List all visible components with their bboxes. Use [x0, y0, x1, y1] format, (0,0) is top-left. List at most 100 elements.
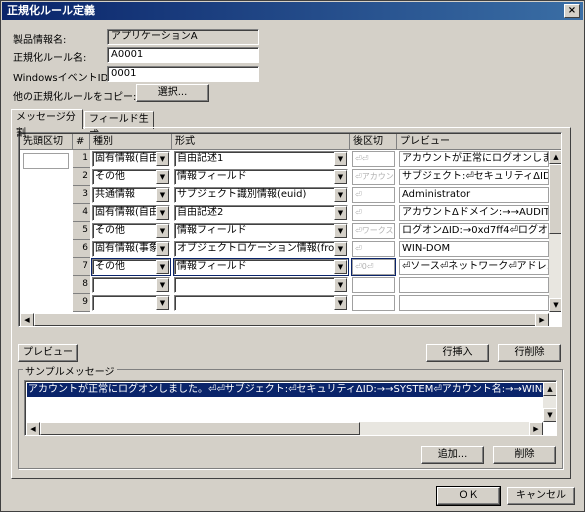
kind-select[interactable]: その他 ▼ [91, 258, 171, 276]
dropdown-arrow-icon[interactable]: ▼ [156, 260, 169, 274]
format-select[interactable]: 情報フィールド ▼ [173, 258, 349, 276]
scroll-down-icon[interactable]: ▼ [549, 298, 561, 312]
dropdown-arrow-icon[interactable]: ▼ [334, 224, 347, 238]
add-button[interactable]: 追加... [421, 446, 484, 464]
row-number: 5 [73, 222, 90, 240]
kind-value: 固有情報(事象) [95, 243, 163, 254]
dropdown-arrow-icon[interactable]: ▼ [156, 242, 169, 256]
eventid-input[interactable]: 0001 [107, 66, 259, 82]
dropdown-arrow-icon[interactable]: ▼ [334, 206, 347, 220]
header-format: 形式 [172, 134, 350, 150]
dropdown-arrow-icon[interactable]: ▼ [334, 296, 347, 310]
grid-hscroll-thumb[interactable] [34, 313, 539, 326]
sample-scroll-up-icon[interactable]: ▲ [543, 382, 556, 396]
dropdown-arrow-icon[interactable]: ▼ [156, 278, 169, 292]
close-button[interactable]: × [564, 4, 580, 18]
dropdown-arrow-icon[interactable]: ▼ [334, 278, 347, 292]
row-number: 2 [73, 168, 90, 186]
dropdown-arrow-icon[interactable]: ▼ [156, 206, 169, 220]
preview-cell: Administrator [399, 187, 549, 203]
kind-value: その他 [95, 261, 125, 272]
format-value: 自由記述2 [177, 207, 224, 218]
kind-select[interactable]: その他 ▼ [92, 223, 170, 239]
format-value: オブジェクトロケーション情報(from) [177, 243, 348, 254]
dropdown-arrow-icon[interactable]: ▼ [334, 188, 347, 202]
kind-select[interactable]: 共通情報 ▼ [92, 187, 170, 203]
scroll-up-icon[interactable]: ▲ [549, 150, 561, 164]
delete-button[interactable]: 削除 [493, 446, 556, 464]
format-select[interactable]: サブジェクト識別情報(euid) ▼ [174, 187, 348, 203]
row-number: 4 [73, 204, 90, 222]
kind-select[interactable]: 固有情報(事象) ▼ [92, 241, 170, 257]
window-title: 正規化ルール定義 [7, 4, 95, 17]
format-select[interactable]: ▼ [174, 277, 348, 293]
format-value: 情報フィールド [177, 171, 247, 182]
suffix-input[interactable]: ⏎ワークス [352, 223, 395, 239]
dropdown-arrow-icon[interactable]: ▼ [156, 152, 169, 166]
suffix-input[interactable]: ⏎ [352, 241, 395, 257]
select-button[interactable]: 選択... [136, 84, 209, 102]
scroll-left-icon[interactable]: ◀ [20, 313, 34, 326]
kind-select[interactable]: 固有情報(自由) ▼ [92, 205, 170, 221]
sample-scroll-right-icon[interactable]: ▶ [529, 422, 543, 435]
suffix-input[interactable]: ⏎0⏎ [351, 258, 396, 276]
delete-row-button[interactable]: 行削除 [498, 344, 561, 362]
row-number: 8 [73, 276, 90, 294]
dropdown-arrow-icon[interactable]: ▼ [334, 260, 347, 274]
format-select[interactable]: 情報フィールド ▼ [174, 223, 348, 239]
tab-message-split[interactable]: メッセージ分割 [11, 109, 83, 139]
rule-definition-dialog: 正規化ルール定義 × 製品情報名: アプリケーションA 正規化ルール名: A00… [0, 0, 585, 512]
header-kind: 種別 [90, 134, 172, 150]
header-suffix: 後区切 [350, 134, 397, 150]
sample-list[interactable]: アカウントが正常にログオンしました。⏎⏎サブジェクト:⏎セキュリティΔID:→→… [24, 380, 557, 436]
sample-scroll-left-icon[interactable]: ◀ [26, 422, 40, 435]
preview-cell: ログオンΔID:→0xd7ff4⏎ログオンΔ [399, 223, 549, 239]
rule-name-input[interactable]: A0001 [107, 47, 259, 63]
grid-vscroll-thumb[interactable] [549, 164, 561, 234]
kind-value: 固有情報(自由) [95, 153, 163, 164]
dropdown-arrow-icon[interactable]: ▼ [156, 224, 169, 238]
suffix-input[interactable]: ⏎アカウン [352, 169, 395, 185]
kind-select[interactable]: ▼ [92, 277, 170, 293]
dropdown-arrow-icon[interactable]: ▼ [334, 242, 347, 256]
suffix-input[interactable] [352, 295, 395, 311]
dropdown-arrow-icon[interactable]: ▼ [156, 188, 169, 202]
ok-button[interactable]: ＯＫ [436, 486, 501, 506]
sample-message-item[interactable]: アカウントが正常にログオンしました。⏎⏎サブジェクト:⏎セキュリティΔID:→→… [27, 383, 543, 397]
preview-cell [399, 295, 549, 311]
scroll-right-icon[interactable]: ▶ [535, 313, 549, 326]
format-select[interactable]: 自由記述2 ▼ [174, 205, 348, 221]
suffix-input[interactable]: ⏎⏎ [352, 151, 395, 167]
cancel-button[interactable]: キャンセル [507, 487, 575, 505]
row-number: 9 [73, 294, 90, 312]
row-number: 7 [73, 258, 90, 276]
prefix-input[interactable] [23, 153, 69, 169]
format-select[interactable]: ▼ [174, 295, 348, 311]
split-grid: 先頭区切 # 種別 形式 後区切 プレビュー 1 固有情報(自由) ▼ 自由記述1 ▼ ⏎… [18, 132, 562, 327]
suffix-input[interactable]: ⏎ [352, 205, 395, 221]
format-select[interactable]: 自由記述1 ▼ [174, 151, 348, 167]
header-num: # [73, 134, 90, 150]
header-prefix: 先頭区切 [20, 134, 73, 150]
insert-row-button[interactable]: 行挿入 [426, 344, 489, 362]
format-select[interactable]: オブジェクトロケーション情報(from) ▼ [174, 241, 348, 257]
format-value: 情報フィールド [177, 261, 247, 272]
preview-button[interactable]: プレビュー [18, 344, 78, 362]
format-value: 情報フィールド [177, 225, 247, 236]
dropdown-arrow-icon[interactable]: ▼ [334, 152, 347, 166]
copy-label: 他の正規化ルールをコピー: [13, 92, 137, 103]
sample-hscroll-thumb[interactable] [40, 422, 360, 435]
kind-value: 固有情報(自由) [95, 207, 163, 218]
suffix-input[interactable]: ⏎ [352, 187, 395, 203]
product-field: アプリケーションA [107, 29, 259, 45]
dropdown-arrow-icon[interactable]: ▼ [334, 170, 347, 184]
kind-select[interactable]: 固有情報(自由) ▼ [92, 151, 170, 167]
suffix-input[interactable] [352, 277, 395, 293]
kind-select[interactable]: ▼ [92, 295, 170, 311]
format-select[interactable]: 情報フィールド ▼ [174, 169, 348, 185]
kind-select[interactable]: その他 ▼ [92, 169, 170, 185]
sample-scroll-down-icon[interactable]: ▼ [543, 408, 556, 422]
dropdown-arrow-icon[interactable]: ▼ [156, 296, 169, 310]
dropdown-arrow-icon[interactable]: ▼ [156, 170, 169, 184]
preview-cell [399, 277, 549, 293]
